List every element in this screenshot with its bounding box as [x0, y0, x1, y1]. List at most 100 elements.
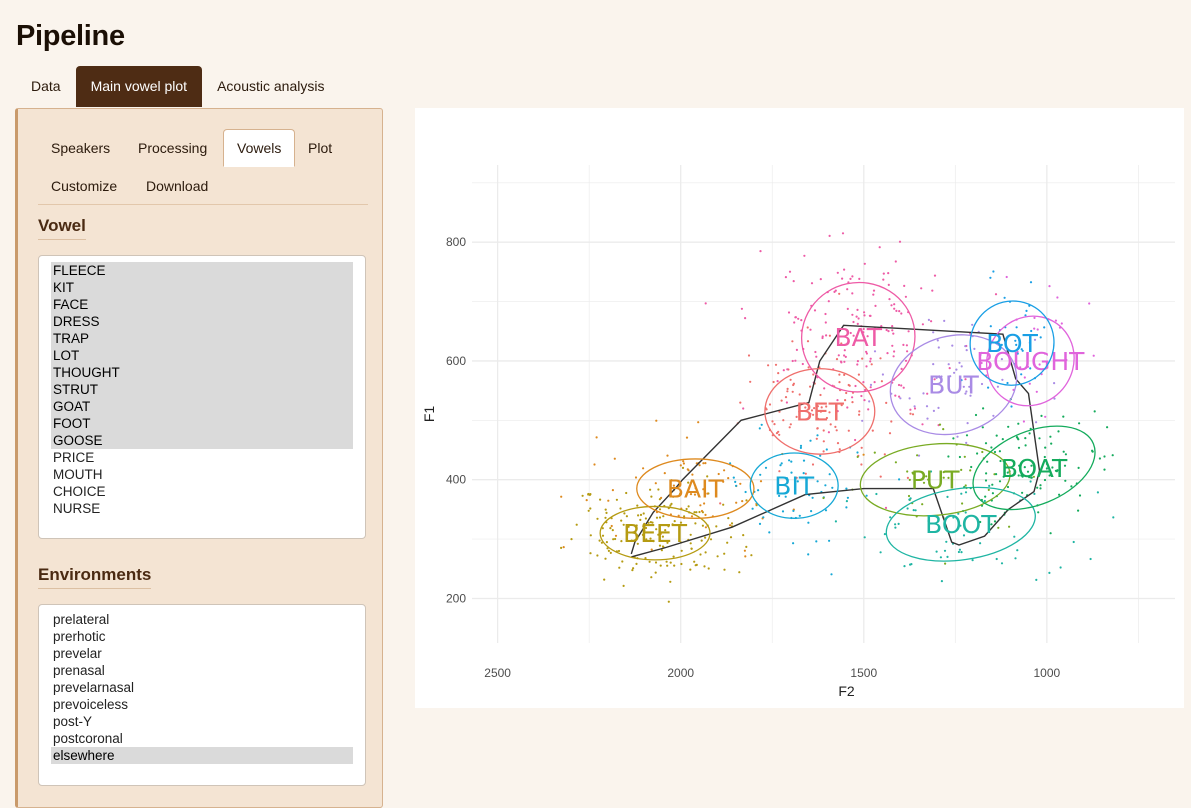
data-point [587, 509, 590, 512]
data-point [989, 325, 992, 328]
data-point [1024, 437, 1027, 440]
subtab-customize[interactable]: Customize [38, 167, 130, 205]
data-point [570, 538, 573, 541]
list-option[interactable]: postcoronal [51, 730, 353, 747]
data-point [897, 522, 900, 525]
data-point [698, 510, 701, 514]
list-option[interactable]: FLEECE [51, 262, 353, 279]
data-point [806, 326, 809, 329]
data-point [1088, 302, 1091, 305]
data-point [704, 302, 707, 305]
subtab-download[interactable]: Download [133, 167, 221, 205]
list-option[interactable]: FOOT [51, 415, 353, 432]
y-tick-label: 200 [446, 591, 466, 605]
data-point [700, 539, 703, 542]
data-point [946, 555, 949, 558]
data-point [1054, 319, 1057, 322]
data-point [709, 538, 713, 541]
data-point [799, 444, 803, 447]
data-point [998, 450, 1002, 453]
data-point [789, 423, 792, 426]
data-point [1035, 578, 1038, 581]
data-point [1096, 491, 1099, 494]
subtab-processing[interactable]: Processing [125, 129, 220, 167]
data-point [722, 503, 725, 506]
data-point [698, 464, 701, 467]
data-point [642, 512, 645, 515]
data-point [650, 495, 653, 498]
tab-main-vowel-plot[interactable]: Main vowel plot [75, 66, 203, 107]
data-point [1035, 421, 1038, 424]
list-option[interactable]: CHOICE [51, 483, 353, 500]
tab-data[interactable]: Data [16, 66, 76, 107]
data-point [699, 504, 702, 507]
data-point [881, 373, 884, 376]
data-point [869, 386, 872, 389]
list-option[interactable]: post-Y [51, 713, 353, 730]
data-point [990, 446, 993, 449]
data-point [846, 496, 849, 499]
data-point [851, 396, 854, 399]
subtab-plot[interactable]: Plot [295, 129, 345, 167]
data-point [793, 321, 796, 324]
list-option[interactable]: elsewhere [51, 747, 353, 764]
data-point [791, 390, 794, 393]
data-point [870, 363, 873, 366]
list-option[interactable]: STRUT [51, 381, 353, 398]
data-point [951, 344, 954, 347]
list-option[interactable]: FACE [51, 296, 353, 313]
data-point [723, 568, 726, 571]
list-option[interactable]: KIT [51, 279, 353, 296]
data-point [1017, 446, 1021, 449]
data-point [932, 363, 935, 366]
list-option[interactable]: PRICE [51, 449, 353, 466]
tab-acoustic-analysis[interactable]: Acoustic analysis [202, 66, 339, 107]
environments-listbox[interactable]: prelateral prerhotic prevelar prenasal preve… [38, 604, 366, 786]
data-point [863, 311, 866, 314]
list-option[interactable]: LOT [51, 347, 353, 364]
data-point [1023, 376, 1026, 379]
list-option[interactable]: prelateral [51, 611, 353, 628]
data-point [689, 542, 692, 545]
list-option[interactable]: NURSE [51, 500, 353, 517]
data-point [856, 360, 859, 363]
data-point [904, 359, 908, 362]
subtab-vowels[interactable]: Vowels [223, 129, 296, 167]
data-point [1050, 442, 1053, 445]
data-point [778, 433, 781, 436]
list-option[interactable]: GOOSE [51, 432, 353, 449]
data-point [960, 468, 963, 471]
list-option[interactable]: GOAT [51, 398, 353, 415]
data-point [856, 455, 859, 458]
list-option[interactable]: prenasal [51, 662, 353, 679]
data-point [875, 492, 878, 496]
data-point [1005, 275, 1008, 279]
data-point [1060, 322, 1063, 325]
data-point [860, 463, 863, 466]
subtab-speakers[interactable]: Speakers [38, 129, 123, 167]
data-point [681, 466, 685, 469]
list-option[interactable]: MOUTH [51, 466, 353, 483]
data-point [735, 484, 738, 487]
list-option[interactable]: THOUGHT [51, 364, 353, 381]
list-option[interactable]: TRAP [51, 330, 353, 347]
data-point [700, 509, 704, 513]
data-point [792, 383, 795, 387]
data-point [707, 567, 710, 570]
data-point [1015, 436, 1019, 439]
data-point [828, 539, 831, 542]
list-option[interactable]: prevoiceless [51, 696, 353, 713]
data-point [777, 372, 780, 375]
data-point [611, 489, 614, 492]
vowel-listbox[interactable]: FLEECE KIT FACE DRESS TRAP LOT THOUGHT STRUT GOA… [38, 255, 366, 539]
data-point [605, 541, 608, 544]
data-point [1033, 316, 1036, 319]
list-option[interactable]: prevelarnasal [51, 679, 353, 696]
data-point [913, 405, 916, 408]
list-option[interactable]: DRESS [51, 313, 353, 330]
list-option[interactable]: prerhotic [51, 628, 353, 645]
data-point [786, 390, 789, 393]
data-point [1014, 557, 1017, 560]
data-point [685, 507, 688, 511]
list-option[interactable]: prevelar [51, 645, 353, 662]
